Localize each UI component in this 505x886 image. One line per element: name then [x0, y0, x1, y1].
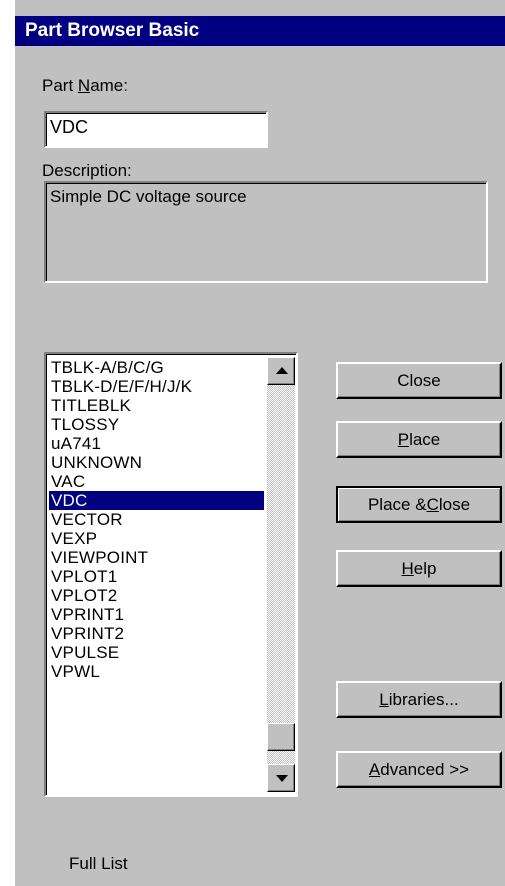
list-item[interactable]: VPRINT2 — [49, 624, 264, 643]
parts-list[interactable]: TBLK-A/B/C/G TBLK-D/E/F/H/J/K TITLEBLK TLOS… — [49, 358, 264, 681]
list-item[interactable]: uA741 — [49, 434, 264, 453]
scroll-up-button[interactable] — [267, 357, 295, 385]
list-item[interactable]: VECTOR — [49, 510, 264, 529]
list-item[interactable]: TBLK-D/E/F/H/J/K — [49, 377, 264, 396]
help-button[interactable]: Help — [336, 550, 502, 587]
list-item[interactable]: VPWL — [49, 662, 264, 681]
parts-listbox[interactable]: TBLK-A/B/C/G TBLK-D/E/F/H/J/K TITLEBLK TLOS… — [44, 352, 298, 797]
part-name-input[interactable]: VDC — [44, 111, 268, 148]
description-label: Description: — [42, 161, 132, 180]
scroll-thumb[interactable] — [267, 723, 295, 751]
list-item[interactable]: TLOSSY — [49, 415, 264, 434]
scroll-down-button[interactable] — [267, 764, 295, 792]
part-name-label: Part Name: — [42, 76, 128, 95]
list-item[interactable]: VDC — [49, 491, 264, 510]
list-item[interactable]: VAC — [49, 472, 264, 491]
libraries-button[interactable]: Libraries... — [336, 681, 502, 718]
down-arrow-icon — [276, 775, 288, 782]
full-list-label: Full List — [69, 854, 128, 873]
place-button[interactable]: Place — [336, 421, 502, 458]
up-arrow-icon — [276, 367, 288, 374]
list-item[interactable]: VPLOT1 — [49, 567, 264, 586]
list-item[interactable]: VPULSE — [49, 643, 264, 662]
description-field: Simple DC voltage source — [44, 181, 488, 283]
list-scrollbar[interactable] — [267, 357, 295, 792]
list-item[interactable]: VEXP — [49, 529, 264, 548]
list-item[interactable]: VPRINT1 — [49, 605, 264, 624]
window-title: Part Browser Basic — [15, 16, 505, 46]
list-item[interactable]: TITLEBLK — [49, 396, 264, 415]
list-item[interactable]: UNKNOWN — [49, 453, 264, 472]
advanced-button[interactable]: Advanced >> — [336, 751, 502, 788]
list-item[interactable]: VIEWPOINT — [49, 548, 264, 567]
part-name-value: VDC — [50, 117, 89, 137]
part-browser-window: Part Browser Basic Part Name: VDC Descri… — [15, 0, 505, 886]
place-and-close-button[interactable]: Place & Close — [336, 486, 502, 523]
list-item[interactable]: VPLOT2 — [49, 586, 264, 605]
list-item[interactable]: TBLK-A/B/C/G — [49, 358, 264, 377]
close-button[interactable]: Close — [336, 362, 502, 399]
description-value: Simple DC voltage source — [50, 187, 247, 206]
